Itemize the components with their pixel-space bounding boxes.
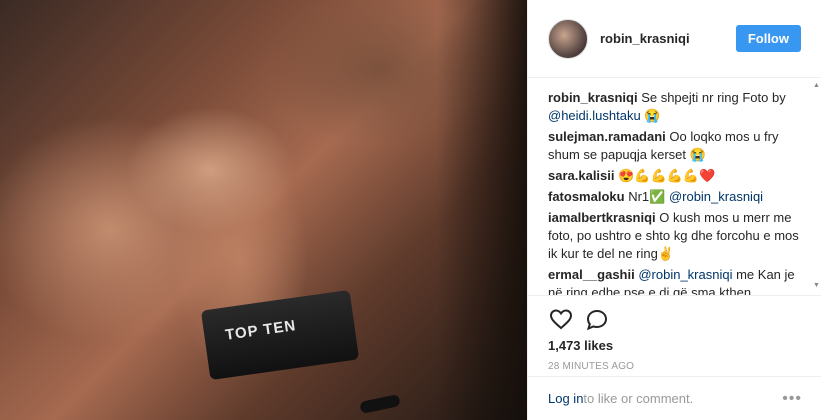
post-photo[interactable]: TOP TEN	[0, 0, 527, 420]
avatar[interactable]	[548, 18, 588, 59]
list-item: ermal__gashii @robin_krasniqi me Kan je …	[548, 266, 802, 295]
comment-text: 😍💪💪💪💪❤️	[614, 168, 716, 183]
comment-username[interactable]: ermal__gashii	[548, 267, 635, 282]
caption-mention[interactable]: @heidi.lushtaku	[548, 108, 641, 123]
comment-username[interactable]: sulejman.ramadani	[548, 129, 666, 144]
instagram-post-embed: TOP TEN robin_krasniqi Follow robin_kras…	[0, 0, 821, 420]
caption-text: Se shpejti nr ring Foto by	[637, 90, 786, 105]
comment-username[interactable]: sara.kalisii	[548, 168, 615, 183]
scroll-down-arrow[interactable]: ▼	[813, 282, 820, 292]
comment-mention[interactable]: @robin_krasniqi	[638, 267, 732, 282]
comment-icon[interactable]	[584, 307, 610, 333]
list-item: fatosmaloku Nr1✅ @robin_krasniqi	[548, 188, 802, 206]
scroll-up-arrow[interactable]: ▲	[813, 82, 820, 92]
caption-emoji: 😭	[640, 108, 661, 123]
comments-scrollbar[interactable]: ▲ ▼	[813, 82, 820, 292]
post-header: robin_krasniqi Follow	[528, 0, 821, 78]
action-icons	[548, 304, 802, 336]
list-item: sulejman.ramadani Oo loqko mos u fry shu…	[548, 128, 802, 164]
comment-username[interactable]: robin_krasniqi	[548, 90, 638, 105]
login-prompt-text: to like or comment.	[583, 391, 694, 406]
bracelet	[359, 393, 401, 415]
list-item: iamalbertkrasniqi O kush mos u merr me f…	[548, 209, 802, 263]
post-actions: 1,473 likes 28 MINUTES AGO	[528, 295, 821, 372]
heart-icon[interactable]	[548, 307, 574, 333]
author-username[interactable]: robin_krasniqi	[600, 31, 736, 46]
follow-button[interactable]: Follow	[735, 25, 801, 52]
timestamp[interactable]: 28 MINUTES AGO	[548, 361, 802, 372]
comment-username[interactable]: fatosmaloku	[548, 189, 625, 204]
post-side-panel: robin_krasniqi Follow robin_krasniqi Se …	[527, 0, 821, 420]
comments-list[interactable]: robin_krasniqi Se shpejti nr ring Foto b…	[528, 79, 821, 295]
more-options-icon[interactable]: •••	[782, 390, 802, 408]
list-item: sara.kalisii 😍💪💪💪💪❤️	[548, 167, 802, 185]
photo-shadow	[437, 0, 527, 420]
comment-username[interactable]: iamalbertkrasniqi	[548, 210, 656, 225]
post-footer: Log in to like or comment. •••	[528, 376, 821, 420]
login-link[interactable]: Log in	[548, 391, 583, 406]
like-count[interactable]: 1,473 likes	[548, 338, 802, 353]
comment-mention[interactable]: @robin_krasniqi	[669, 189, 763, 204]
caption: robin_krasniqi Se shpejti nr ring Foto b…	[548, 89, 802, 125]
comment-text: Nr1✅	[624, 189, 669, 204]
